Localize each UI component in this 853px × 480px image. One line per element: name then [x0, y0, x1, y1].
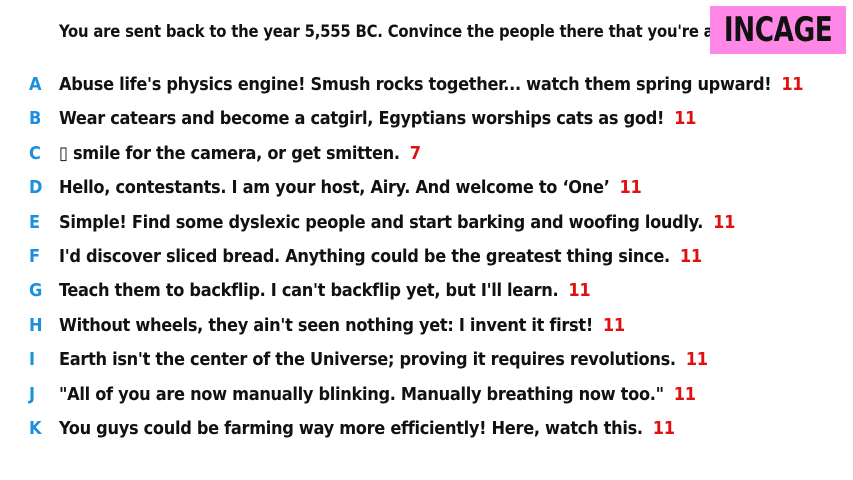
answer-line: "All of you are now manually blinking. M… [59, 384, 696, 405]
answer-list: A Abuse life's physics engine! Smush roc… [0, 71, 853, 449]
question-prompt: You are sent back to the year 5,555 BC. … [59, 22, 755, 41]
answer-letter: I [29, 349, 36, 371]
answer-score: 11 [568, 280, 591, 302]
answer-score: 11 [619, 177, 642, 199]
answer-text: Hello, contestants. I am your host, Airy… [59, 177, 610, 199]
answer-line: Teach them to backflip. I can't backflip… [59, 280, 591, 302]
answer-text: "All of you are now manually blinking. M… [59, 383, 664, 405]
answer-line: Wear catears and become a catgirl, Egypt… [59, 108, 696, 129]
answer-option-f[interactable]: F I'd discover sliced bread. Anything co… [0, 243, 853, 277]
answer-letter: E [29, 211, 41, 233]
answer-letter: B [29, 108, 42, 130]
answer-line: I'd discover sliced bread. Anything coul… [59, 246, 702, 267]
answer-option-e[interactable]: E Simple! Find some dyslexic people and … [0, 209, 853, 243]
answer-option-i[interactable]: I Earth isn't the center of the Universe… [0, 346, 853, 380]
answer-text: Wear catears and become a catgirl, Egypt… [59, 108, 665, 130]
answer-text: Simple! Find some dyslexic people and st… [59, 211, 704, 233]
answer-score: 11 [673, 383, 696, 405]
answer-score: 11 [602, 314, 625, 336]
answer-score: 11 [652, 417, 675, 439]
answer-letter: G [29, 280, 43, 302]
answer-option-c[interactable]: C ▯ smile for the camera, or get smitten… [0, 140, 853, 174]
answer-text: I'd discover sliced bread. Anything coul… [59, 245, 670, 267]
answer-score: 11 [713, 211, 736, 233]
answer-line: Abuse life's physics engine! Smush rocks… [59, 74, 804, 95]
answer-option-g[interactable]: G Teach them to backflip. I can't backfl… [0, 277, 853, 311]
answer-text: You guys could be farming way more effic… [59, 417, 643, 439]
answer-text: Teach them to backflip. I can't backflip… [59, 280, 559, 302]
answer-line: Earth isn't the center of the Universe; … [59, 349, 708, 370]
answer-score: 11 [781, 74, 804, 95]
incage-logo: INCAGE [710, 6, 846, 54]
answer-line: ▯ smile for the camera, or get smitten. 7 [59, 143, 421, 164]
logo-text: INCAGE [723, 10, 833, 50]
answer-option-h[interactable]: H Without wheels, they ain't seen nothin… [0, 312, 853, 346]
answer-score: 11 [685, 349, 708, 371]
answer-option-j[interactable]: J "All of you are now manually blinking.… [0, 381, 853, 415]
answer-line: Without wheels, they ain't seen nothing … [59, 315, 625, 336]
answer-letter: D [29, 177, 43, 199]
answer-score: 11 [679, 245, 702, 267]
answer-option-b[interactable]: B Wear catears and become a catgirl, Egy… [0, 105, 853, 139]
answer-letter: J [29, 383, 36, 405]
answer-letter: A [29, 74, 42, 95]
answer-letter: F [29, 245, 41, 267]
answer-text: Earth isn't the center of the Universe; … [59, 349, 676, 371]
answer-line: Simple! Find some dyslexic people and st… [59, 212, 735, 233]
answer-letter: K [29, 417, 42, 439]
answer-letter: H [29, 314, 43, 336]
answer-option-a[interactable]: A Abuse life's physics engine! Smush roc… [0, 71, 853, 105]
answer-option-k[interactable]: K You guys could be farming way more eff… [0, 415, 853, 449]
answer-text: Without wheels, they ain't seen nothing … [59, 314, 593, 336]
answer-line: Hello, contestants. I am your host, Airy… [59, 177, 642, 199]
answer-text: Abuse life's physics engine! Smush rocks… [59, 74, 772, 95]
answer-score: 7 [409, 142, 421, 164]
answer-score: 11 [674, 108, 697, 130]
answer-line: You guys could be farming way more effic… [59, 418, 675, 439]
answer-letter: C [29, 142, 41, 164]
answer-option-d[interactable]: D Hello, contestants. I am your host, Ai… [0, 174, 853, 208]
answer-text: ▯ smile for the camera, or get smitten. [59, 142, 400, 164]
